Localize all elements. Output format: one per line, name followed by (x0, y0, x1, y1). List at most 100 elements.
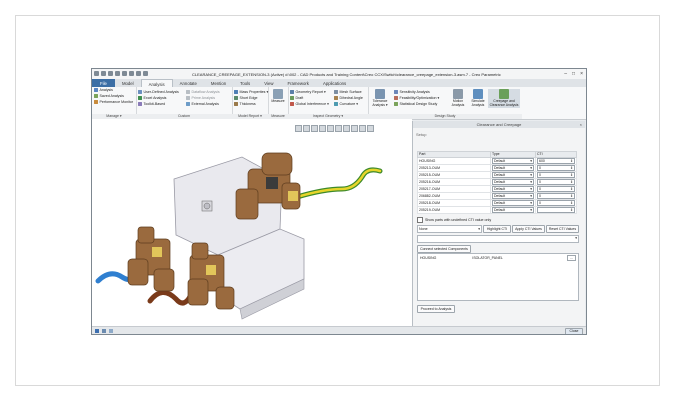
undefined-cti-filter[interactable]: Show parts with undefined CTI value only (417, 217, 491, 223)
toolkit-based-button[interactable]: Toolkit-Based (138, 101, 179, 107)
cti-stepper[interactable]: ⇕ (537, 206, 575, 213)
table-row[interactable]: 205218-OUM Default ▾ 0 ⇕ (417, 198, 577, 207)
save-icon[interactable] (108, 71, 113, 76)
type-cell[interactable]: Default ▾ (490, 198, 536, 207)
type-select[interactable]: Default ▾ (492, 178, 534, 185)
cti-cell[interactable]: 0 ⇕ (535, 198, 577, 207)
cti-cell[interactable]: 0 ⇕ (535, 163, 577, 172)
type-cell[interactable]: Default ▾ (490, 191, 536, 200)
maximize-button[interactable]: □ (572, 71, 575, 77)
apply-cti-values-button[interactable]: Apply CTI Values (512, 225, 545, 233)
repaint-icon[interactable] (319, 125, 326, 132)
tab-model[interactable]: Model (115, 79, 141, 87)
new-icon[interactable] (94, 71, 99, 76)
type-select[interactable]: Default ▾ (492, 206, 534, 213)
cti-cell[interactable]: 0 ⇕ (535, 177, 577, 186)
table-row[interactable]: 205219-OUM Default ▾ ⇕ (417, 205, 577, 214)
type-cell[interactable]: Default ▾ (490, 156, 536, 165)
external-analysis-button[interactable]: External Analysis (186, 101, 220, 107)
motion-analysis-button[interactable]: Motion Analysis (448, 89, 468, 108)
cti-stepper[interactable]: 600 ⇕ (537, 157, 575, 164)
type-select[interactable]: Default ▾ (492, 192, 534, 199)
creepage-clearance-analysis-button[interactable]: Creepage and Clearance Analysis (488, 89, 520, 108)
type-cell[interactable]: Default ▾ (490, 163, 536, 172)
table-row[interactable]: 205213-OUM Default ▾ 0 ⇕ (417, 163, 577, 172)
selection-field[interactable]: ▾ (417, 235, 579, 243)
cti-cell[interactable]: ⇕ (535, 205, 577, 214)
assembly-model[interactable] (92, 119, 412, 326)
tab-view[interactable]: View (257, 79, 280, 87)
connection-row[interactable]: HOUSING ISOLATOR_PANEL ... (418, 254, 578, 262)
close-window-icon[interactable] (143, 71, 148, 76)
cti-stepper[interactable]: 0 ⇕ (537, 164, 575, 171)
proceed-to-analysis-button[interactable]: Proceed to Analysis (417, 305, 455, 313)
refit-icon[interactable] (295, 125, 302, 132)
spin-center-icon[interactable] (367, 125, 374, 132)
global-interference-button[interactable]: Global Interference ▾ (290, 101, 329, 107)
statistical-design-study-button[interactable]: Statistical Design Study (394, 101, 439, 107)
table-row[interactable]: 205216-OUM Default ▾ 0 ⇕ (417, 177, 577, 186)
datum-display-icon[interactable] (351, 125, 358, 132)
simulate-analysis-button[interactable]: Simulate Analysis (468, 89, 488, 108)
cti-cell[interactable]: 600 ⇕ (535, 156, 577, 165)
cti-cell[interactable]: 0 ⇕ (535, 170, 577, 179)
favorites-icon[interactable] (109, 328, 113, 333)
close-panel-button[interactable]: Close (565, 327, 583, 334)
type-select[interactable]: Default ▾ (492, 171, 534, 178)
tab-analysis[interactable]: Analysis (140, 79, 173, 87)
type-cell[interactable]: Default ▾ (490, 184, 536, 193)
close-button[interactable]: × (580, 71, 583, 77)
highlight-cti-button[interactable]: Highlight CTI (483, 225, 511, 233)
measure-button[interactable]: Measure (268, 89, 288, 104)
type-cell[interactable]: Default ▾ (490, 170, 536, 179)
zoom-out-icon[interactable] (311, 125, 318, 132)
cti-cell[interactable]: 0 ⇕ (535, 184, 577, 193)
table-row[interactable]: 206882-OUM Default ▾ 0 ⇕ (417, 191, 577, 200)
type-select[interactable]: Default ▾ (492, 185, 534, 192)
folder-icon[interactable] (102, 328, 106, 333)
cti-cell[interactable]: 0 ⇕ (535, 191, 577, 200)
type-cell[interactable]: Default ▾ (490, 177, 536, 186)
tab-file[interactable]: File (92, 79, 115, 87)
cti-stepper[interactable]: 0 ⇕ (537, 199, 575, 206)
type-cell[interactable]: Default ▾ (490, 205, 536, 214)
saved-views-icon[interactable] (327, 125, 334, 132)
highlight-select[interactable]: None ▾ (417, 225, 482, 233)
graphics-viewport[interactable] (92, 119, 412, 326)
more-button[interactable]: ... (567, 255, 576, 261)
type-select[interactable]: Default ▾ (492, 164, 534, 171)
open-icon[interactable] (101, 71, 106, 76)
curvature-button[interactable]: Curvature ▾ (334, 101, 363, 107)
table-row[interactable]: 205217-OUM Default ▾ 0 ⇕ (417, 184, 577, 193)
display-style-icon[interactable] (335, 125, 342, 132)
undo-icon[interactable] (115, 71, 120, 76)
tab-tools[interactable]: Tools (233, 79, 257, 87)
terminal-clips-left[interactable] (127, 226, 175, 292)
cti-stepper[interactable]: 0 ⇕ (537, 171, 575, 178)
thickness-button[interactable]: Thickness (234, 101, 268, 107)
connect-components-button[interactable]: Connect selected Components (417, 245, 471, 253)
tab-annotate[interactable]: Annotate (173, 79, 204, 87)
table-row[interactable]: 205215-OUM Default ▾ 0 ⇕ (417, 170, 577, 179)
cti-stepper[interactable]: 0 ⇕ (537, 185, 575, 192)
zoom-in-icon[interactable] (303, 125, 310, 132)
annotation-display-icon[interactable] (359, 125, 366, 132)
tolerance-analysis-button[interactable]: Tolerance Analysis ▾ (370, 89, 390, 108)
cti-stepper[interactable]: 0 ⇕ (537, 178, 575, 185)
tab-framework[interactable]: Framework (280, 79, 316, 87)
reset-cti-values-button[interactable]: Reset CTI Values (546, 225, 579, 233)
windows-icon[interactable] (136, 71, 141, 76)
panel-close-icon[interactable]: × (580, 121, 582, 128)
tab-applications[interactable]: Applications (316, 79, 353, 87)
table-row[interactable]: HOUSING Default ▾ 600 ⇕ (417, 156, 577, 165)
tab-mention[interactable]: Mention (204, 79, 233, 87)
redo-icon[interactable] (122, 71, 127, 76)
minimize-button[interactable]: – (564, 71, 567, 77)
model-tree-icon[interactable] (95, 328, 99, 333)
connections-list[interactable]: HOUSING ISOLATOR_PANEL ... (417, 253, 579, 301)
cti-stepper[interactable]: 0 ⇕ (537, 192, 575, 199)
type-select[interactable]: Default ▾ (492, 199, 534, 206)
regenerate-icon[interactable] (129, 71, 134, 76)
performance-monitor-button[interactable]: Performance Monitor (94, 99, 136, 105)
checkbox[interactable] (417, 217, 423, 223)
